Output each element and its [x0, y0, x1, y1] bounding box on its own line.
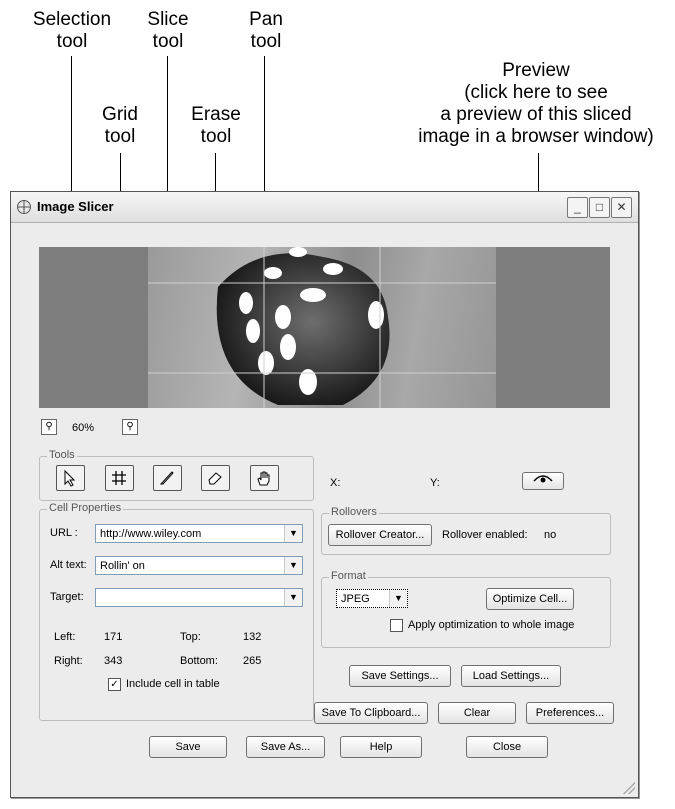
- callout-grid-tool: Grid tool: [88, 104, 152, 148]
- callout-slice-tool: Slice tool: [136, 9, 200, 53]
- alt-text-dropdown[interactable]: Rollin' on ▼: [95, 556, 303, 575]
- callout-selection-tool: Selection tool: [22, 9, 122, 53]
- include-cell-checkbox[interactable]: ✓: [108, 678, 121, 691]
- alt-text-value: Rollin' on: [100, 560, 145, 572]
- dialog-body: ⚲ 60% ⚲ Tools X: Y: Cell Properties URL …: [12, 223, 637, 796]
- preferences-button[interactable]: Preferences...: [526, 702, 614, 724]
- minimize-button[interactable]: _: [567, 197, 588, 218]
- right-label: Right:: [54, 655, 83, 667]
- help-button[interactable]: Help: [340, 736, 422, 758]
- rollover-enabled-value: no: [544, 529, 557, 541]
- bottom-value: 265: [243, 655, 262, 667]
- title-bar[interactable]: Image Slicer _ □ ✕: [11, 192, 638, 223]
- resize-grip[interactable]: [623, 782, 635, 794]
- left-value: 171: [104, 631, 123, 643]
- chevron-down-icon[interactable]: ▼: [389, 590, 407, 607]
- close-button[interactable]: Close: [466, 736, 548, 758]
- url-value: http://www.wiley.com: [100, 528, 202, 540]
- image-slicer-window: Image Slicer _ □ ✕ ⚲ 60% ⚲ Tools X: Y: C…: [10, 191, 639, 798]
- app-icon: [17, 200, 31, 214]
- callout-preview: Preview (click here to see a preview of …: [398, 60, 674, 148]
- callout-text: a preview of this sliced: [440, 104, 632, 125]
- clear-button[interactable]: Clear: [438, 702, 516, 724]
- callout-text: tool: [104, 126, 136, 147]
- preview-in-browser-button[interactable]: [522, 472, 564, 490]
- load-settings-button[interactable]: Load Settings...: [461, 665, 561, 687]
- eye-icon: [533, 475, 553, 483]
- callout-text: tool: [56, 31, 88, 52]
- zoom-in-button[interactable]: ⚲: [122, 419, 138, 435]
- right-value: 343: [104, 655, 123, 667]
- image-preview-area[interactable]: [39, 247, 610, 408]
- erase-tool-button[interactable]: [201, 465, 230, 491]
- optimize-cell-button[interactable]: Optimize Cell...: [486, 588, 574, 610]
- alt-text-label: Alt text:: [50, 559, 87, 571]
- cell-properties-label: Cell Properties: [47, 502, 124, 514]
- format-value: JPEG: [341, 593, 370, 605]
- rollover-creator-button[interactable]: Rollover Creator...: [328, 524, 432, 546]
- bottom-label: Bottom:: [180, 655, 218, 667]
- callout-text: Erase: [191, 104, 241, 125]
- left-label: Left:: [54, 631, 76, 643]
- save-settings-button[interactable]: Save Settings...: [349, 665, 451, 687]
- pan-tool-button[interactable]: [250, 465, 279, 491]
- callout-text: Selection: [32, 9, 112, 30]
- save-to-clipboard-button[interactable]: Save To Clipboard...: [314, 702, 428, 724]
- sliced-image: [148, 247, 496, 408]
- tools-group-label: Tools: [47, 449, 77, 461]
- zoom-out-button[interactable]: ⚲: [41, 419, 57, 435]
- rollovers-label: Rollovers: [329, 506, 379, 518]
- callout-text: Preview: [502, 60, 570, 81]
- selection-tool-button[interactable]: [56, 465, 85, 491]
- chevron-down-icon[interactable]: ▼: [284, 557, 302, 574]
- format-dropdown[interactable]: JPEG ▼: [336, 589, 408, 608]
- grid-tool-button[interactable]: [105, 465, 134, 491]
- callout-text: Grid: [102, 104, 138, 125]
- target-label: Target:: [50, 591, 84, 603]
- top-label: Top:: [180, 631, 201, 643]
- callout-text: tool: [152, 31, 184, 52]
- format-group: Format JPEG ▼ Optimize Cell... Apply opt…: [321, 570, 611, 648]
- callout-erase-tool: Erase tool: [181, 104, 251, 148]
- rollover-enabled-label: Rollover enabled:: [442, 529, 528, 541]
- x-coordinate-label: X:: [330, 477, 341, 489]
- save-button[interactable]: Save: [149, 736, 227, 758]
- callout-text: Pan: [249, 9, 283, 30]
- window-title: Image Slicer: [37, 199, 114, 214]
- apply-optimization-label[interactable]: Apply optimization to whole image: [408, 619, 574, 631]
- chevron-down-icon[interactable]: ▼: [284, 525, 302, 542]
- apply-optimization-checkbox[interactable]: [390, 619, 403, 632]
- cell-properties-group: Cell Properties URL : http://www.wiley.c…: [39, 502, 314, 721]
- knife-icon: [159, 471, 174, 485]
- dice-image: [148, 247, 496, 408]
- callout-text: Slice: [147, 9, 189, 30]
- maximize-button[interactable]: □: [589, 197, 610, 218]
- callout-pan-tool: Pan tool: [234, 9, 298, 53]
- grid-icon: [112, 471, 126, 485]
- y-coordinate-label: Y:: [430, 477, 440, 489]
- save-as-button[interactable]: Save As...: [246, 736, 325, 758]
- tools-group: Tools: [39, 449, 314, 501]
- hand-icon: [257, 471, 270, 486]
- top-value: 132: [243, 631, 262, 643]
- format-label: Format: [329, 570, 368, 582]
- callout-text: tool: [250, 31, 282, 52]
- close-window-button[interactable]: ✕: [611, 197, 632, 218]
- rollovers-group: Rollovers Rollover Creator... Rollover e…: [321, 506, 611, 555]
- zoom-level: 60%: [72, 422, 95, 434]
- callout-text: (click here to see: [464, 82, 608, 103]
- arrow-cursor-icon: [64, 469, 76, 487]
- slice-tool-button[interactable]: [153, 465, 182, 491]
- target-dropdown[interactable]: ▼: [95, 588, 303, 607]
- callout-text: tool: [200, 126, 232, 147]
- chevron-down-icon[interactable]: ▼: [284, 589, 302, 606]
- include-cell-label[interactable]: Include cell in table: [126, 678, 220, 690]
- callout-text: image in a browser window): [418, 126, 654, 147]
- eraser-icon: [208, 472, 222, 485]
- url-label: URL :: [50, 527, 78, 539]
- url-dropdown[interactable]: http://www.wiley.com ▼: [95, 524, 303, 543]
